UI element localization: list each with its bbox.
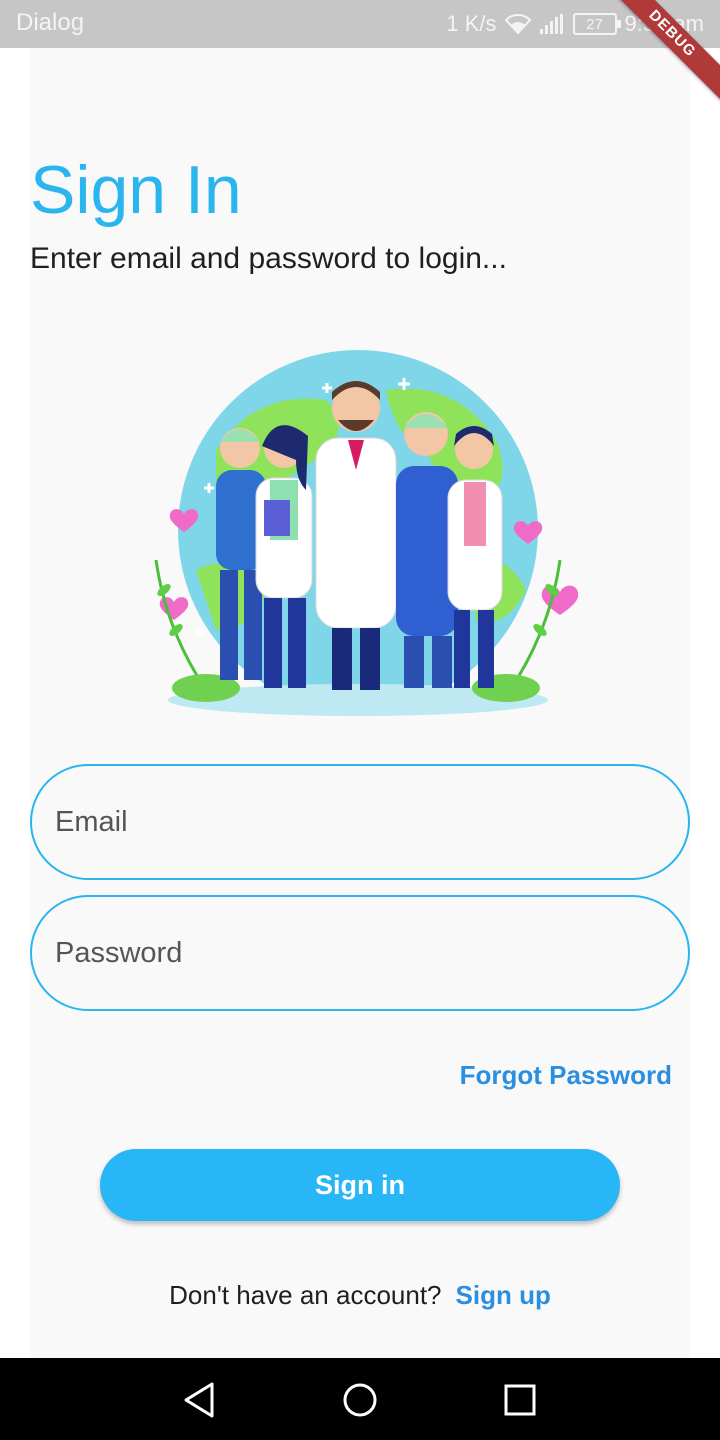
sign-up-link[interactable]: Sign up [456,1280,551,1310]
page-title: Sign In [30,152,242,228]
status-bar: Dialog 1 K/s 27 9:54 am [0,0,720,48]
recent-square-icon[interactable] [500,1380,540,1420]
battery-icon: 27 [572,13,621,35]
status-app-name: Dialog [16,9,85,36]
sign-in-screen: Sign In Enter email and password to logi… [30,48,690,1358]
navigation-bar [0,1358,720,1440]
battery-level: 27 [586,15,603,33]
back-triangle-icon[interactable] [180,1380,220,1420]
forgot-password-link[interactable]: Forgot Password [460,1060,672,1091]
network-speed: 1 K/s [446,11,497,36]
email-input[interactable] [55,805,688,839]
medical-team-illustration [154,350,579,716]
password-field[interactable] [30,895,690,1011]
page-subtitle: Enter email and password to login... [30,242,507,275]
password-input[interactable] [55,936,688,970]
home-circle-icon[interactable] [340,1380,380,1420]
sign-in-button[interactable]: Sign in [100,1149,620,1221]
signal-icon [539,14,563,34]
sign-up-row: Don't have an account? Sign up [30,1280,690,1311]
email-field[interactable] [30,764,690,880]
no-account-text: Don't have an account? [169,1280,442,1310]
wifi-icon [504,14,531,35]
